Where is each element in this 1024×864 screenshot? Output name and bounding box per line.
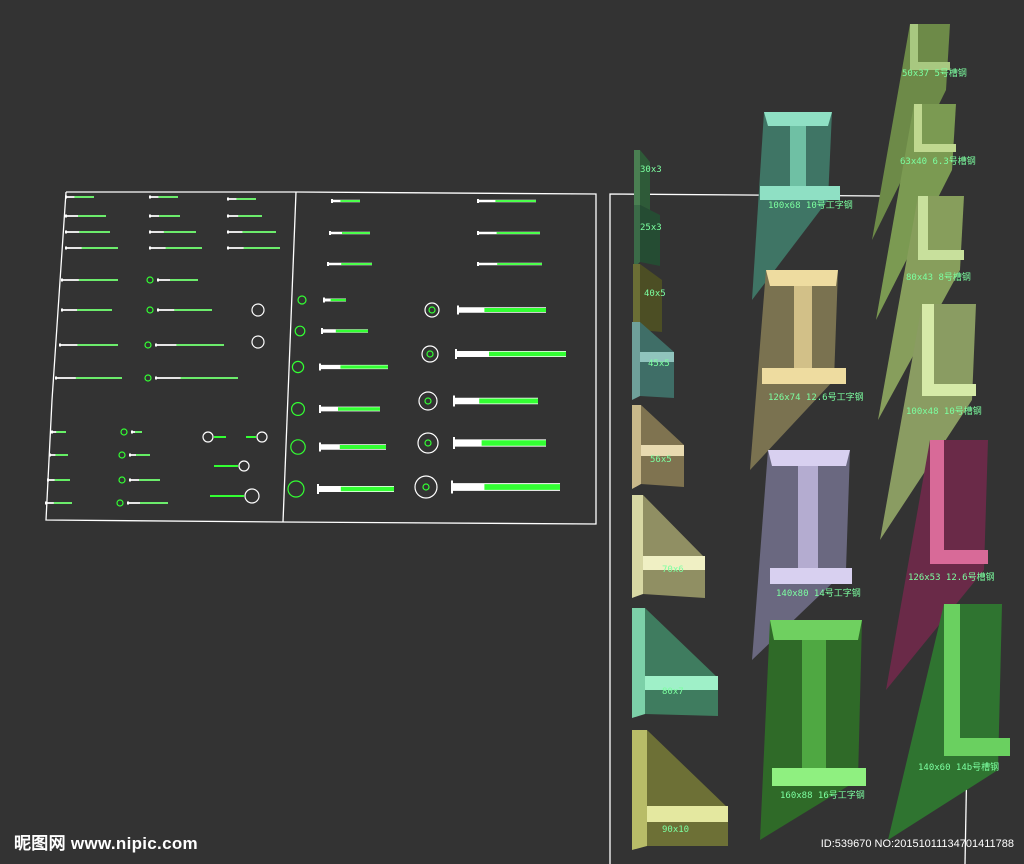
bolt-end (291, 402, 306, 417)
angle-label: 70x6 (662, 565, 684, 575)
ibeam-label: 140x80 14号工字钢 (776, 587, 861, 599)
angle-25x3: 25x3 (634, 205, 662, 268)
nut-bore (422, 483, 430, 491)
cad-viewport[interactable]: 30x3 25x3 40x5 45x5 56x5 70x6 80x7 90x10… (0, 0, 1024, 864)
angle-80x7: 80x7 (632, 608, 718, 718)
angle-56x5: 56x5 (632, 405, 684, 489)
bolt-end (290, 439, 306, 455)
channel-label: 63x40 6.3号槽钢 (900, 155, 976, 167)
angle-30x3: 30x3 (634, 150, 662, 212)
nut-bore (426, 350, 434, 358)
screw-head (118, 451, 126, 459)
bolt-end (287, 480, 305, 498)
screw-head (144, 374, 152, 382)
channel-label: 50x37 5号槽钢 (902, 67, 967, 79)
hook-eye (202, 431, 214, 443)
u-clip (251, 335, 265, 349)
bolt-end (291, 360, 305, 374)
nut-bore (424, 397, 432, 405)
nut-bore (424, 439, 432, 447)
angle-label: 80x7 (662, 687, 684, 697)
channel-label: 140x60 14b号槽钢 (918, 761, 999, 773)
angle-column: 30x3 25x3 40x5 45x5 56x5 70x6 80x7 90x10 (632, 150, 728, 850)
nut-face (418, 391, 438, 411)
fastener-sheet (45, 191, 597, 525)
ibeam-label: 160x88 16号工字钢 (780, 789, 865, 801)
ibeam-column: 100x68 10号工字钢 126x74 12.6号工字钢 140x80 14号… (750, 112, 866, 840)
hook-eye (244, 488, 260, 504)
channel-label: 80x43 8号槽钢 (906, 271, 971, 283)
watermark-id: ID:539670 NO:20151011134701411788 (820, 838, 1014, 850)
ibeam-16: 160x88 16号工字钢 (760, 620, 866, 840)
angle-label: 90x10 (662, 825, 689, 835)
channel-label: 100x48 10号槽钢 (906, 405, 982, 417)
screw-head (120, 428, 128, 436)
screw-head (118, 476, 126, 484)
fastener-details (45, 195, 566, 507)
channel-column: 50x37 5号槽钢 63x40 6.3号槽钢 80x43 8号槽钢 100x4… (872, 24, 1010, 840)
angle-label: 30x3 (640, 165, 662, 175)
ibeam-12-6: 126x74 12.6号工字钢 (750, 270, 864, 470)
bolt-end (297, 295, 307, 305)
bolt-end (294, 325, 306, 337)
angle-label: 25x3 (640, 223, 662, 233)
nut-face (421, 345, 439, 363)
ibeam-label: 100x68 10号工字钢 (768, 199, 853, 211)
hook-eye (238, 460, 250, 472)
watermark-site: 昵图网 www.nipic.com (14, 834, 198, 853)
nut-face (417, 432, 439, 454)
angle-45x5: 45x5 (632, 322, 674, 400)
ibeam-label: 126x74 12.6号工字钢 (768, 391, 864, 403)
screw-head (146, 306, 154, 314)
nut-face (424, 302, 440, 318)
channel-label: 126x53 12.6号槽钢 (908, 571, 995, 583)
nut-bore (428, 306, 436, 314)
angle-label: 40x5 (644, 289, 666, 299)
angle-90x10: 90x10 (632, 730, 728, 850)
angle-label: 45x5 (648, 359, 670, 369)
nut-face (414, 475, 438, 499)
angle-label: 56x5 (650, 455, 672, 465)
screw-head (144, 341, 152, 349)
angle-70x6: 70x6 (632, 495, 705, 598)
screw-head (146, 276, 154, 284)
hook-eye (256, 431, 268, 443)
u-clip (251, 303, 265, 317)
screw-head (116, 499, 124, 507)
